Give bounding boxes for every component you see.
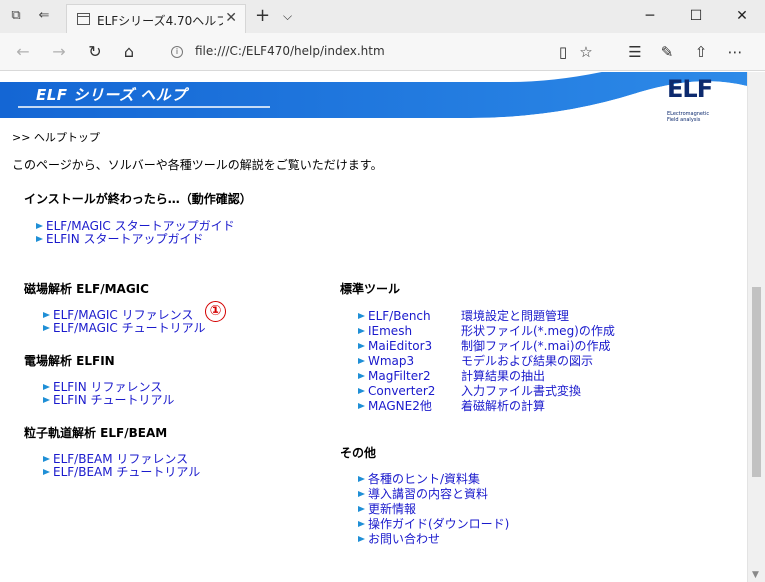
tool-description[interactable]: 着磁解析の計算 xyxy=(461,399,545,414)
arrow-icon xyxy=(358,388,365,394)
tool-item[interactable]: MAGNE2他 着磁解析の計算 xyxy=(358,399,648,414)
info-icon[interactable]: i xyxy=(171,46,183,58)
tool-item[interactable]: Wmap3 モデルおよび結果の図示 xyxy=(358,354,648,369)
arrow-icon xyxy=(43,397,50,403)
chevron-down-icon[interactable]: ⌵ xyxy=(283,9,292,24)
tool-description[interactable]: 制御ファイル(*.mai)の作成 xyxy=(461,339,611,354)
link-training[interactable]: 導入講習の内容と資料 xyxy=(358,487,509,502)
heading-install: インストールが終わったら…（動作確認） xyxy=(24,192,252,206)
share-icon[interactable]: ⇧ xyxy=(690,42,712,62)
tools-list: ELF/Bench 環境設定と問題管理 IEmesh 形状ファイル(*.meg)の作… xyxy=(358,309,648,414)
breadcrumb: >> ヘルプトップ xyxy=(12,131,100,144)
reading-view-icon[interactable]: ▯ xyxy=(552,42,574,62)
more-icon[interactable]: ⋯ xyxy=(724,42,746,62)
tool-description[interactable]: 形状ファイル(*.meg)の作成 xyxy=(461,324,615,339)
tool-item[interactable]: ELF/Bench 環境設定と問題管理 xyxy=(358,309,648,324)
page-viewport: ELF シリーズ ヘルプ ELF ELectromagnetic Field a… xyxy=(0,72,747,582)
arrow-icon xyxy=(358,373,365,379)
favorites-hub-icon[interactable]: ☰ xyxy=(624,42,646,62)
tool-description[interactable]: モデルおよび結果の図示 xyxy=(461,354,593,369)
intro-text: このページから、ソルバーや各種ツールの解説をご覧いただけます。 xyxy=(12,158,383,172)
arrow-icon xyxy=(358,536,365,542)
tab-actions-icon[interactable]: ⧉ xyxy=(8,8,24,24)
tab-close-icon[interactable]: ✕ xyxy=(225,10,237,26)
minimize-button[interactable]: ─ xyxy=(627,0,673,33)
header-banner: ELF シリーズ ヘルプ ELF ELectromagnetic Field a… xyxy=(0,72,747,128)
page-icon xyxy=(77,13,90,25)
other-links: 各種のヒント/資料集 導入講習の内容と資料 更新情報 操作ガイド(ダウンロード)… xyxy=(358,472,509,547)
arrow-icon xyxy=(358,506,365,512)
elf-logo: ELF ELectromagnetic Field analysis xyxy=(667,75,727,125)
back-arrow-icon[interactable]: ← xyxy=(12,42,34,62)
tool-description[interactable]: 環境設定と問題管理 xyxy=(461,309,569,324)
arrow-icon xyxy=(43,469,50,475)
tab-title: ELFシリーズ4.70ヘルプトップ xyxy=(97,14,223,28)
new-tab-icon[interactable]: + xyxy=(255,5,270,26)
url-field[interactable]: file:///C:/ELF470/help/index.htm xyxy=(195,44,385,58)
arrow-icon xyxy=(358,491,365,497)
annotation-badge: ① xyxy=(205,301,226,322)
heading-beam: 粒子軌道解析 ELF/BEAM xyxy=(24,426,168,440)
favorite-star-icon[interactable]: ☆ xyxy=(575,42,597,62)
arrow-icon xyxy=(358,343,365,349)
tool-description[interactable]: 計算結果の抽出 xyxy=(461,369,545,384)
arrow-icon xyxy=(358,476,365,482)
logo-text: ELF xyxy=(667,75,713,103)
arrow-icon xyxy=(358,358,365,364)
pen-icon[interactable]: ✎ xyxy=(656,42,678,62)
tool-item[interactable]: MagFilter2 計算結果の抽出 xyxy=(358,369,648,384)
tool-item[interactable]: Converter2 入力ファイル書式変換 xyxy=(358,384,648,399)
forward-arrow-icon[interactable]: → xyxy=(48,42,70,62)
link-magic-tutorial[interactable]: ELF/MAGIC チュートリアル xyxy=(43,322,205,335)
home-icon[interactable]: ⌂ xyxy=(118,42,140,62)
arrow-icon xyxy=(358,328,365,334)
tool-item[interactable]: MaiEditor3 制御ファイル(*.mai)の作成 xyxy=(358,339,648,354)
arrow-icon xyxy=(358,313,365,319)
arrow-icon xyxy=(358,403,365,409)
set-aside-tabs-icon[interactable]: ⇐ xyxy=(36,8,52,24)
heading-magic: 磁場解析 ELF/MAGIC xyxy=(24,282,149,296)
link-guide-download[interactable]: 操作ガイド(ダウンロード) xyxy=(358,517,509,532)
arrow-icon xyxy=(43,312,50,318)
banner-title: ELF シリーズ ヘルプ xyxy=(36,86,187,104)
arrow-icon xyxy=(36,223,43,229)
heading-other: その他 xyxy=(340,446,377,460)
scroll-down-icon[interactable]: ▼ xyxy=(752,570,759,580)
close-window-button[interactable]: ✕ xyxy=(719,0,765,33)
arrow-icon xyxy=(43,456,50,462)
beam-links: ELF/BEAM リファレンス ELF/BEAM チュートリアル xyxy=(43,453,200,479)
maximize-button[interactable]: ☐ xyxy=(673,0,719,33)
arrow-icon xyxy=(36,236,43,242)
heading-tools: 標準ツール xyxy=(340,282,401,296)
refresh-icon[interactable]: ↻ xyxy=(84,42,106,62)
heading-elfin: 電場解析 ELFIN xyxy=(24,354,115,368)
arrow-icon xyxy=(358,521,365,527)
tool-description[interactable]: 入力ファイル書式変換 xyxy=(461,384,581,399)
magic-links: ELF/MAGIC リファレンス ELF/MAGIC チュートリアル xyxy=(43,309,205,335)
arrow-icon xyxy=(43,325,50,331)
elfin-links: ELFIN リファレンス ELFIN チュートリアル xyxy=(43,381,174,407)
address-bar: ← → ↻ ⌂ i file:///C:/ELF470/help/index.h… xyxy=(0,33,765,71)
tool-item[interactable]: IEmesh 形状ファイル(*.meg)の作成 xyxy=(358,324,648,339)
scroll-thumb[interactable] xyxy=(752,287,761,477)
logo-subtitle-2: Field analysis xyxy=(667,117,701,123)
link-updates[interactable]: 更新情報 xyxy=(358,502,509,517)
link-elfin-startup[interactable]: ELFIN スタートアップガイド xyxy=(36,233,235,246)
link-hints[interactable]: 各種のヒント/資料集 xyxy=(358,472,509,487)
link-contact[interactable]: お問い合わせ xyxy=(358,532,509,547)
install-links: ELF/MAGIC スタートアップガイド ELFIN スタートアップガイド xyxy=(36,220,235,246)
arrow-icon xyxy=(43,384,50,390)
link-beam-tutorial[interactable]: ELF/BEAM チュートリアル xyxy=(43,466,200,479)
title-bar: ⧉ ⇐ ELFシリーズ4.70ヘルプトップ ✕ + ⌵ ─ ☐ ✕ xyxy=(0,0,765,33)
vertical-scrollbar[interactable]: ▼ xyxy=(747,72,765,582)
link-elfin-tutorial[interactable]: ELFIN チュートリアル xyxy=(43,394,174,407)
browser-tab[interactable]: ELFシリーズ4.70ヘルプトップ ✕ xyxy=(66,4,246,33)
